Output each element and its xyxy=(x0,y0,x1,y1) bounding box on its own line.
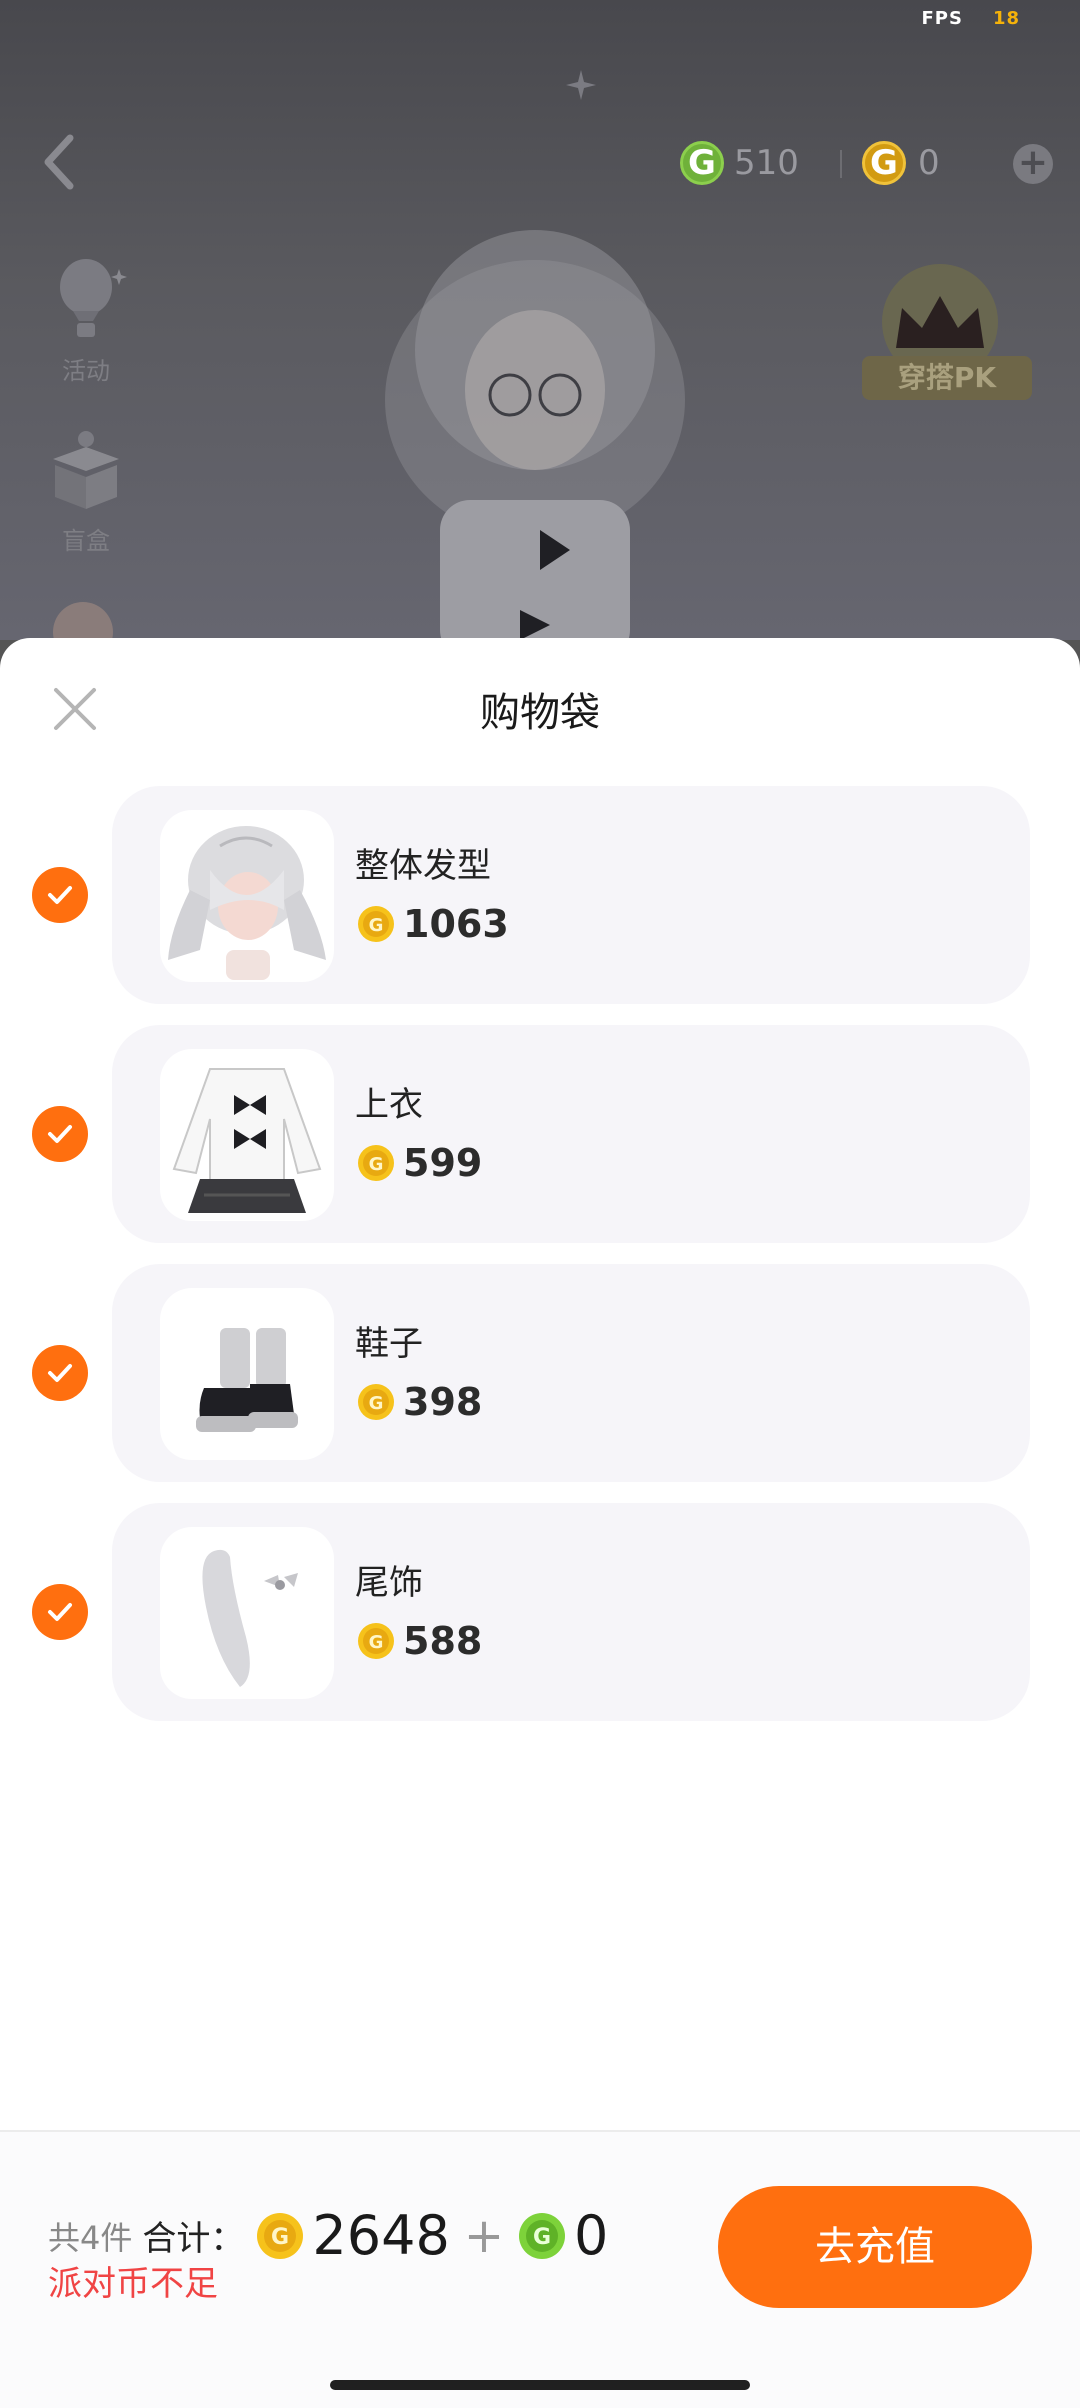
item-thumbnail xyxy=(160,810,334,982)
list-item[interactable]: 整体发型 G 1063 xyxy=(0,786,1080,1004)
fps-label: FPS xyxy=(921,8,963,29)
sidebar-item-label: 盲盒 xyxy=(62,527,110,555)
green-coin-balance: G 510 xyxy=(680,138,799,188)
green-coin-amount: 510 xyxy=(734,143,799,183)
gold-coin-icon: G xyxy=(358,906,394,942)
item-checkbox[interactable] xyxy=(32,1584,88,1640)
svg-text:G: G xyxy=(533,2225,551,2250)
item-name: 尾饰 xyxy=(355,1563,423,1603)
outfit-pk-badge[interactable]: 穿搭PK xyxy=(862,356,1032,400)
svg-text:G: G xyxy=(369,1393,384,1414)
svg-text:G: G xyxy=(369,915,384,936)
checkmark-icon xyxy=(48,886,72,904)
gold-coin-icon: G xyxy=(862,141,906,185)
item-price: G 599 xyxy=(357,1141,482,1185)
green-coin-icon: G xyxy=(519,2212,566,2259)
green-coin-icon: G xyxy=(680,141,724,185)
gold-coin-icon: G xyxy=(358,1384,394,1420)
gold-coin-icon: G xyxy=(257,2212,304,2259)
item-count: 共4件 xyxy=(48,2218,133,2257)
item-card[interactable]: 鞋子 G 398 xyxy=(112,1264,1030,1482)
hair-thumbnail-icon xyxy=(168,826,326,980)
checkmark-icon xyxy=(48,1125,72,1143)
recharge-button[interactable]: 去充值 xyxy=(718,2186,1032,2308)
item-thumbnail xyxy=(160,1527,334,1699)
item-name: 鞋子 xyxy=(355,1324,423,1364)
item-checkbox[interactable] xyxy=(32,1106,88,1162)
item-name: 上衣 xyxy=(355,1085,423,1125)
item-card[interactable]: 尾饰 G 588 xyxy=(112,1503,1030,1721)
avatar-model xyxy=(385,230,685,640)
checkout-footer: 共4件 合计： G 2648 + G 0 派对币不足 去充值 xyxy=(0,2132,1080,2408)
tail-thumbnail-icon xyxy=(202,1549,298,1687)
fps-value: 18 xyxy=(992,8,1020,29)
background-scene: FPS 18 G 510 G 0 + 活动 盲盒 穿搭PK xyxy=(0,0,1080,640)
item-thumbnail xyxy=(160,1288,334,1460)
back-icon[interactable] xyxy=(40,132,80,192)
add-coins-button[interactable]: + xyxy=(1013,144,1053,184)
shoes-thumbnail-icon xyxy=(196,1328,298,1432)
svg-text:G: G xyxy=(369,1632,384,1653)
item-price-value: 1063 xyxy=(403,902,509,946)
item-price: G 588 xyxy=(357,1619,482,1663)
sidebar-item-label: 活动 xyxy=(62,357,110,385)
plus-sign: + xyxy=(463,2207,505,2264)
item-checkbox[interactable] xyxy=(32,867,88,923)
hot-air-balloon-icon xyxy=(60,259,127,337)
item-price: G 1063 xyxy=(357,902,509,946)
item-price: G 398 xyxy=(357,1380,482,1424)
svg-text:G: G xyxy=(271,2225,289,2250)
item-checkbox[interactable] xyxy=(32,1345,88,1401)
gold-total: 2648 xyxy=(312,2204,450,2267)
top-thumbnail-icon xyxy=(172,1068,322,1213)
checkmark-icon xyxy=(48,1603,72,1621)
gold-coin-balance: G 0 xyxy=(862,138,940,188)
sheet-title: 购物袋 xyxy=(480,690,600,736)
sidebar-item-blindbox[interactable]: 盲盒 xyxy=(38,425,134,556)
gold-coin-icon: G xyxy=(358,1623,394,1659)
list-item[interactable]: 尾饰 G 588 xyxy=(0,1503,1080,1721)
green-total: 0 xyxy=(574,2204,609,2267)
currency-divider xyxy=(840,150,842,178)
gift-box-icon xyxy=(53,431,119,509)
list-item[interactable]: 上衣 G 599 xyxy=(0,1025,1080,1243)
list-item[interactable]: 鞋子 G 398 xyxy=(0,1264,1080,1482)
item-price-value: 398 xyxy=(403,1380,483,1424)
gold-coin-amount: 0 xyxy=(918,143,940,183)
fps-counter: FPS 18 xyxy=(921,8,1020,29)
insufficient-coins-warning: 派对币不足 xyxy=(48,2264,218,2304)
item-price-value: 599 xyxy=(403,1141,483,1185)
item-card[interactable]: 整体发型 G 1063 xyxy=(112,786,1030,1004)
home-indicator[interactable] xyxy=(330,2380,750,2390)
item-card[interactable]: 上衣 G 599 xyxy=(112,1025,1030,1243)
item-price-value: 588 xyxy=(403,1619,483,1663)
svg-text:G: G xyxy=(369,1154,384,1175)
item-thumbnail xyxy=(160,1049,334,1221)
total-label: 合计： xyxy=(142,2219,245,2259)
flower-icon xyxy=(53,602,113,640)
checkmark-icon xyxy=(48,1364,72,1382)
sidebar-item-activity[interactable]: 活动 xyxy=(38,255,134,386)
sparkle-icon xyxy=(566,70,596,100)
item-name: 整体发型 xyxy=(355,846,491,886)
gold-coin-icon: G xyxy=(358,1145,394,1181)
